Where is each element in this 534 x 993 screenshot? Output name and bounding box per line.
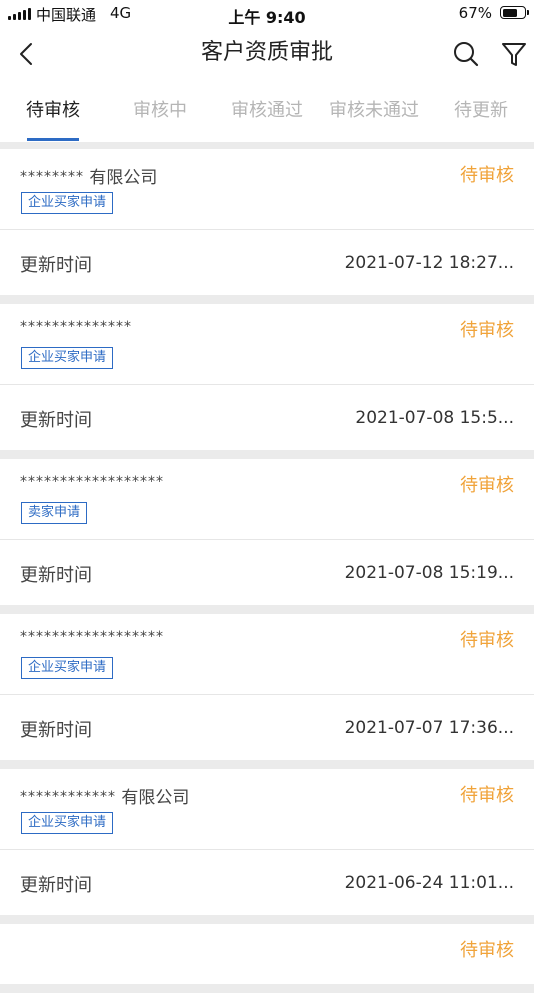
filter-button[interactable] (498, 38, 530, 70)
update-time-label: 更新时间 (20, 410, 92, 431)
application-type-tag: 企业买家申请 (21, 812, 114, 834)
divider (0, 384, 534, 385)
divider (0, 229, 534, 230)
list-item[interactable]: ******** 有限公司 待审核 企业买家申请 更新时间 2021-07-12… (0, 149, 534, 295)
tab-rejected[interactable]: 审核未通过 (326, 80, 422, 142)
application-type-tag: 卖家申请 (21, 502, 88, 524)
application-list: ******** 有限公司 待审核 企业买家申请 更新时间 2021-07-12… (0, 149, 534, 993)
tab-in-review[interactable]: 审核中 (124, 80, 196, 142)
application-type-tag: 企业买家申请 (21, 347, 114, 369)
tab-approved[interactable]: 审核通过 (226, 80, 308, 142)
update-time-value: 2021-07-12 18:27... (344, 253, 514, 273)
battery-percentage: 67% (458, 4, 492, 22)
update-time-label: 更新时间 (20, 875, 92, 896)
company-name: ****************** (20, 474, 164, 490)
navigation-bar: 客户资质审批 (0, 28, 534, 80)
update-time-value: 2021-07-07 17:36... (344, 718, 514, 738)
update-time-value: 2021-07-08 15:19... (344, 563, 514, 583)
update-time-value: 2021-06-24 11:01... (344, 873, 514, 893)
update-time-label: 更新时间 (20, 255, 92, 276)
divider (0, 694, 534, 695)
status-badge: 待审核 (460, 785, 514, 806)
company-name: ************** (20, 319, 132, 335)
search-icon (454, 42, 479, 67)
divider (0, 849, 534, 850)
tab-to-update[interactable]: 待更新 (448, 80, 514, 142)
status-badge: 待审核 (460, 940, 514, 961)
list-item[interactable]: 待审核 (0, 924, 534, 984)
list-item[interactable]: ************ 有限公司 待审核 企业买家申请 更新时间 2021-0… (0, 769, 534, 915)
company-name: ******** 有限公司 (20, 168, 158, 188)
status-badge: 待审核 (460, 475, 514, 496)
update-time-value: 2021-07-08 15:5... (355, 408, 514, 428)
application-type-tag: 企业买家申请 (21, 192, 114, 214)
status-bar: 中国联通 4G 上午 9:40 67% (0, 0, 534, 28)
status-badge: 待审核 (460, 630, 514, 651)
update-time-label: 更新时间 (20, 565, 92, 586)
company-name: ****************** (20, 629, 164, 645)
application-type-tag: 企业买家申请 (21, 657, 114, 679)
clock: 上午 9:40 (228, 8, 306, 27)
status-badge: 待审核 (460, 165, 514, 186)
company-name: ************ 有限公司 (20, 788, 190, 808)
battery-icon (500, 6, 529, 19)
status-badge: 待审核 (460, 320, 514, 341)
list-item[interactable]: ************** 待审核 企业买家申请 更新时间 2021-07-0… (0, 304, 534, 450)
status-tabs: 待审核 审核中 审核通过 审核未通过 待更新 (0, 80, 534, 142)
list-item[interactable]: ****************** 待审核 企业买家申请 更新时间 2021-… (0, 614, 534, 760)
divider (0, 539, 534, 540)
tab-pending[interactable]: 待审核 (18, 80, 88, 142)
list-item[interactable]: ****************** 待审核 卖家申请 更新时间 2021-07… (0, 459, 534, 605)
active-tab-indicator (27, 138, 79, 141)
search-button[interactable] (450, 38, 482, 70)
filter-icon (502, 43, 526, 66)
update-time-label: 更新时间 (20, 720, 92, 741)
